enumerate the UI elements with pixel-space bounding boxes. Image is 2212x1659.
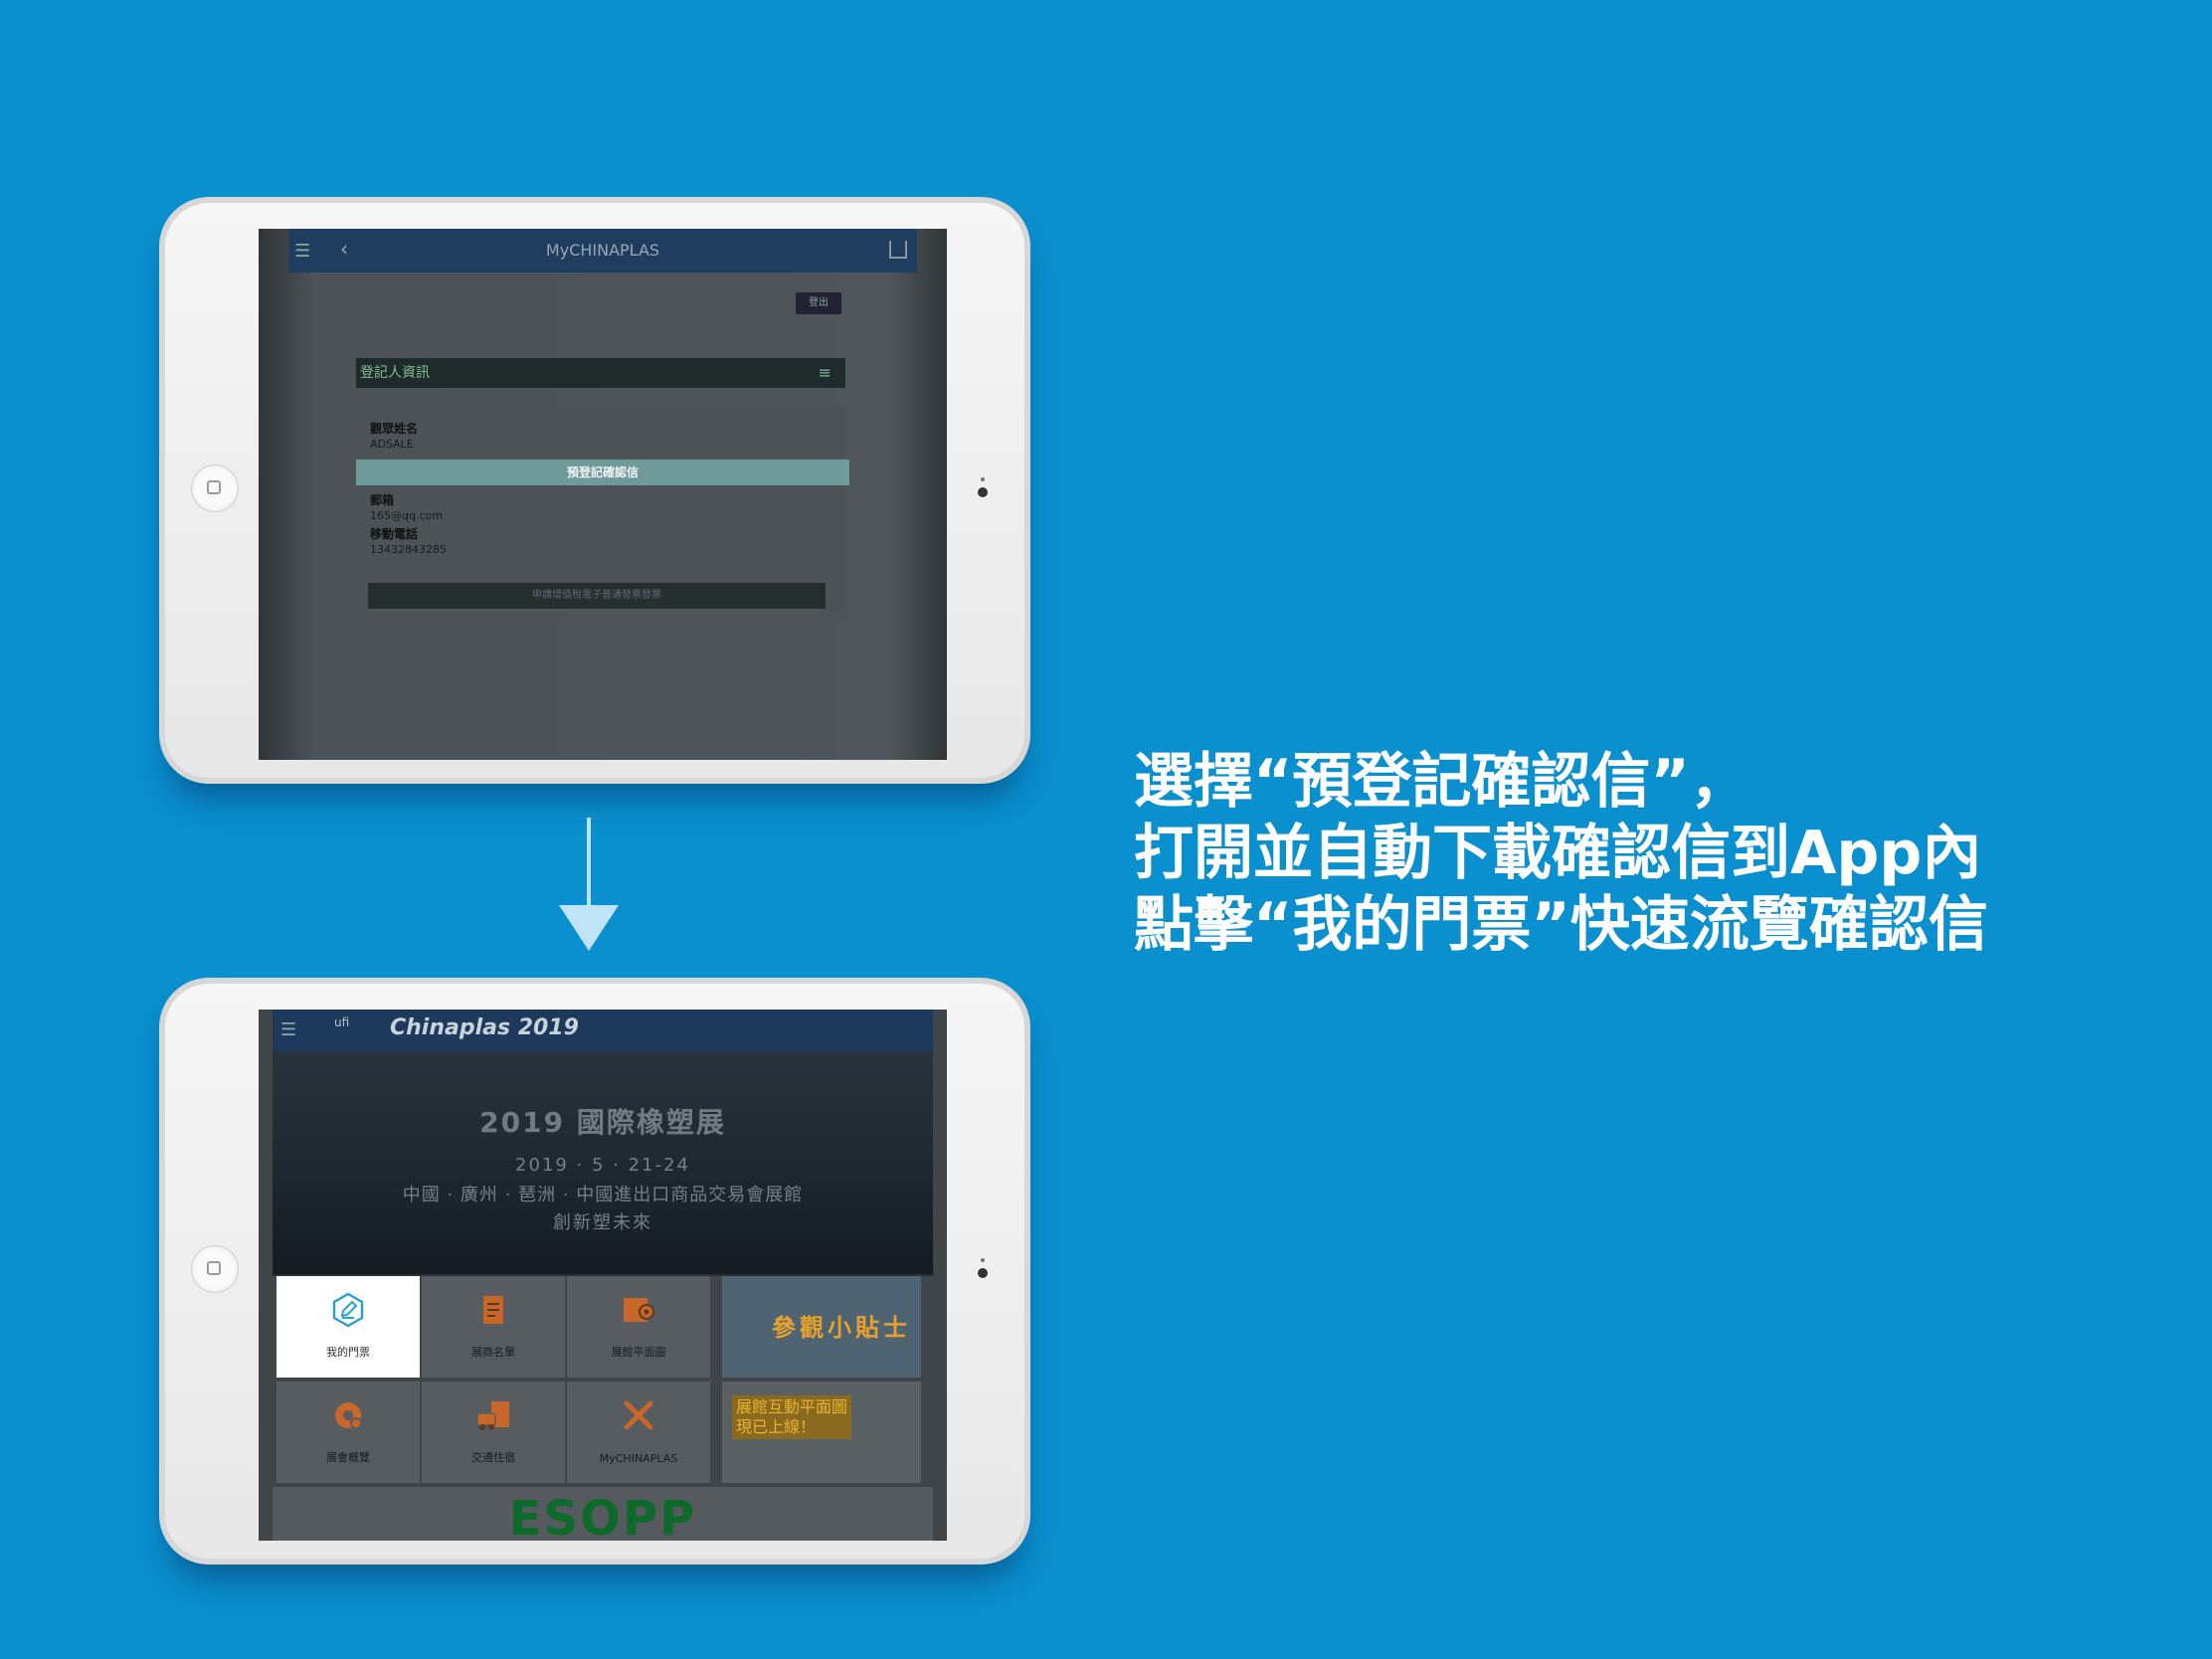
tablet-home-button[interactable] xyxy=(191,464,239,512)
name-label: 觀眾姓名 xyxy=(370,422,419,436)
ticket-edit-icon xyxy=(332,1292,364,1328)
name-value: ADSALE xyxy=(370,438,414,451)
tile-interactive-map[interactable]: 展館互動平面圖現已上線！ xyxy=(722,1382,921,1483)
hero-venue: 中國 · 廣州 · 琶洲 · 中國進出口商品交易會展館 xyxy=(402,1185,804,1205)
tile-mychinaplas[interactable]: MyCHINAPLAS xyxy=(567,1382,710,1483)
hero-slogan: 創新塑未來 xyxy=(553,1212,652,1233)
camera-sensor xyxy=(981,1258,985,1262)
camera-sensor xyxy=(981,477,985,481)
caption-line-3: 點擊“我的門票”快速流覽確認信 xyxy=(1134,890,1988,960)
app-bar: ☰ ‹ MyCHINAPLAS xyxy=(288,229,917,273)
interactive-map-label: 展館互動平面圖現已上線！ xyxy=(732,1395,851,1439)
camera-dot xyxy=(978,487,988,497)
document-icon xyxy=(483,1296,503,1324)
apply-invoice-button[interactable]: 申請增值稅電子普通發票發票 xyxy=(368,583,826,609)
chinaplas-logo: Chinaplas 2019 xyxy=(390,1015,579,1040)
ufi-logo: ufi xyxy=(334,1015,350,1029)
esopp-logo: ESOPP xyxy=(508,1491,697,1541)
hero-date: 2019 · 5 · 21-24 xyxy=(515,1155,690,1176)
tile-floor-plan[interactable]: 展館平面圖 xyxy=(567,1276,710,1378)
tile-visiting-tips[interactable]: 參觀小貼士 xyxy=(722,1276,921,1378)
hero-banner[interactable]: 2019 國際橡塑展 2019 · 5 · 21-24 中國 · 廣州 · 琶洲… xyxy=(273,1051,933,1274)
tile-my-ticket[interactable]: 我的門票 xyxy=(276,1276,420,1378)
tablet-top: ☰ ‹ MyCHINAPLAS 登出 登記人資訊 ≡ 觀眾姓名 ADSALE 郵… xyxy=(159,197,1030,784)
tablet-bottom: ☰ ufi Chinaplas 2019 2019 國際橡塑展 2019 · 5… xyxy=(159,978,1030,1565)
caption-line-1: 選擇“預登記確認信”， xyxy=(1134,747,1750,817)
hero-title: 2019 國際橡塑展 xyxy=(479,1106,726,1139)
phone-label: 移動電話 xyxy=(370,527,419,541)
esopp-banner[interactable]: ESOPP xyxy=(273,1487,933,1541)
tile-exhibitor-list[interactable]: 展商名單 xyxy=(422,1276,565,1378)
phone-value: 13432843285 xyxy=(370,543,447,556)
tile-transport-accommodation[interactable]: 交通住宿 xyxy=(422,1382,565,1483)
down-arrow-shaft xyxy=(587,818,591,917)
tools-icon xyxy=(624,1400,653,1430)
preregistration-confirmation-option[interactable]: 預登記確認信 xyxy=(356,460,849,485)
list-icon[interactable]: ≡ xyxy=(819,358,831,388)
camera-dot xyxy=(978,1268,988,1278)
logout-button[interactable]: 登出 xyxy=(796,292,841,314)
gear-overview-icon xyxy=(335,1402,362,1429)
map-pin-icon xyxy=(624,1298,654,1322)
caption-line-2: 打開並自動下載確認信到App內 xyxy=(1134,819,1982,888)
section-title: 登記人資訊 xyxy=(360,365,430,381)
tile-label: 我的門票 xyxy=(326,1346,370,1359)
menu-icon[interactable]: ☰ xyxy=(280,1019,296,1040)
instruction-caption: 選擇“預登記確認信”， 打開並自動下載確認信到App內 點擊“我的門票”快速流覽… xyxy=(1134,746,1988,961)
app-title: MyCHINAPLAS xyxy=(545,241,660,260)
tile-label: 交通住宿 xyxy=(471,1451,515,1464)
tile-label: 展館平面圖 xyxy=(611,1346,666,1359)
registrant-info-header: 登記人資訊 ≡ xyxy=(356,358,845,388)
down-arrow-icon xyxy=(559,905,619,951)
email-value: 165@qq.com xyxy=(370,509,443,522)
screen-home: ☰ ufi Chinaplas 2019 2019 國際橡塑展 2019 · 5… xyxy=(259,1010,947,1541)
tile-label: 展商名單 xyxy=(471,1346,515,1359)
tablet-home-button[interactable] xyxy=(191,1245,239,1293)
screen-registration-info: ☰ ‹ MyCHINAPLAS 登出 登記人資訊 ≡ 觀眾姓名 ADSALE 郵… xyxy=(259,229,947,760)
tile-label: MyCHINAPLAS xyxy=(599,1452,678,1465)
home-icon[interactable] xyxy=(889,241,907,259)
visiting-tips-label: 參觀小貼士 xyxy=(772,1314,911,1342)
tile-show-overview[interactable]: 展會概覽 xyxy=(276,1382,420,1483)
tile-label: 展會概覽 xyxy=(326,1451,370,1464)
bus-hotel-icon xyxy=(476,1401,509,1430)
home-header: ☰ ufi Chinaplas 2019 xyxy=(273,1010,933,1051)
email-label: 郵箱 xyxy=(370,493,395,507)
